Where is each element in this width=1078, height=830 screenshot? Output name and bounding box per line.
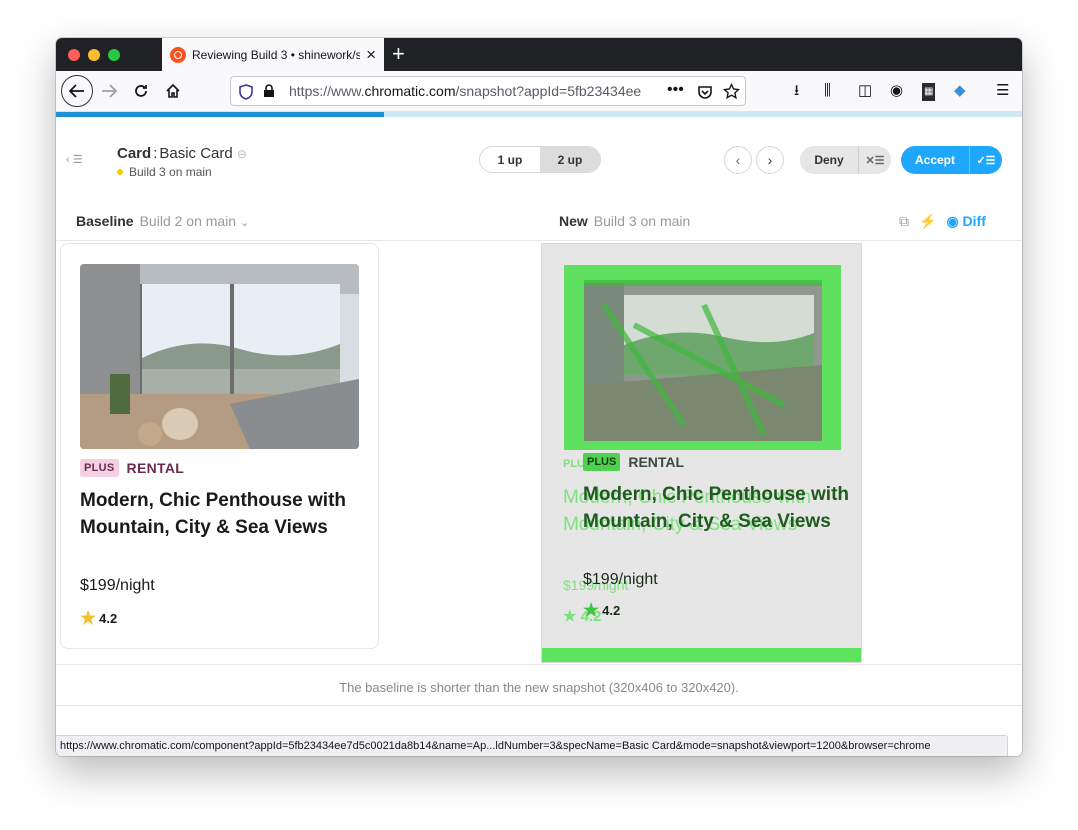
info-circle-icon[interactable]: ⊖ — [237, 147, 247, 161]
page-title: Card: Basic Card ⊖ — [117, 145, 247, 162]
close-window-button[interactable] — [68, 49, 80, 61]
chromatic-app: ‹ ☰ Card: Basic Card ⊖ Build 3 on main 1 … — [56, 117, 1022, 756]
diff-size-change-bar — [542, 648, 861, 662]
bookmark-star-icon[interactable] — [723, 83, 740, 100]
view-mode-toggle: 1 up 2 up — [479, 146, 601, 173]
library-icon[interactable]: ⫼ — [824, 83, 831, 99]
sidebar-icon[interactable]: ◫ — [858, 83, 872, 99]
view-mode-1up[interactable]: 1 up — [480, 147, 540, 172]
star-icon: ★ — [80, 608, 97, 628]
build-status-dot — [117, 169, 123, 175]
menu-icon[interactable]: ☰ — [996, 83, 1009, 99]
size-difference-message: The baseline is shorter than the new sna… — [339, 680, 739, 695]
forward-arrow-icon — [102, 84, 117, 98]
card-badges: PLUS RENTAL — [80, 459, 184, 477]
next-snapshot-button[interactable]: › — [756, 146, 784, 174]
chevron-left-icon: ‹ — [735, 152, 741, 168]
home-button[interactable] — [158, 76, 188, 106]
accept-button[interactable]: Accept ✓☰ — [901, 146, 1002, 174]
diff-plus-badge: PLUS — [583, 453, 621, 471]
zoom-window-button[interactable] — [108, 49, 120, 61]
back-button[interactable] — [61, 75, 93, 107]
baseline-snapshot-card: PLUS RENTAL Modern, Chic Penthouse with … — [60, 243, 379, 649]
story-title-block: Card: Basic Card ⊖ Build 3 on main — [117, 145, 247, 179]
new-tab-button[interactable]: + — [392, 42, 405, 66]
close-tab-icon[interactable]: × — [366, 46, 376, 63]
diff-card-price: $199/night — [583, 571, 658, 588]
browser-tab[interactable]: Reviewing Build 3 • shinework/s × — [162, 38, 384, 71]
tab-title: Reviewing Build 3 • shinework/s — [192, 47, 361, 62]
card-price: $199/night — [80, 577, 155, 594]
forward-button[interactable] — [94, 76, 124, 106]
back-arrow-icon — [69, 84, 84, 98]
navigation-bar: https://www.chromatic.com/snapshot?appId… — [56, 71, 1022, 112]
new-snapshot-diff: PLUS Modern, Chic Penthouse with Mountai… — [541, 243, 862, 663]
account-icon[interactable]: ◉ — [890, 83, 903, 99]
penthouse-photo — [80, 264, 359, 449]
component-name: Card — [117, 145, 152, 162]
deny-batch-icon[interactable]: ✕☰ — [858, 146, 891, 174]
chevron-right-icon: › — [767, 152, 773, 168]
chromatic-favicon-icon — [170, 46, 186, 63]
diff-star-icon: ★ — [583, 600, 600, 620]
home-icon — [166, 83, 180, 98]
card-rating: ★ 4.2 — [80, 608, 118, 628]
category-label: RENTAL — [126, 460, 185, 476]
address-bar[interactable]: https://www.chromatic.com/snapshot?appId… — [230, 76, 746, 106]
accept-batch-icon[interactable]: ✓☰ — [969, 146, 1002, 174]
plus-badge: PLUS — [80, 459, 119, 477]
status-bar-link-preview: https://www.chromatic.com/component?appI… — [56, 735, 1008, 756]
page-actions-icon[interactable]: ••• — [667, 81, 684, 99]
chevron-down-icon: ⌄ — [240, 217, 250, 229]
view-mode-2up[interactable]: 2 up — [540, 147, 600, 172]
diff-card-title: Modern, Chic Penthouse with Mountain, Ci… — [583, 484, 850, 532]
extension-qr-icon[interactable]: ▦ — [922, 83, 936, 101]
window-controls — [68, 49, 120, 61]
divider — [56, 240, 1022, 241]
url-text[interactable]: https://www.chromatic.com/snapshot?appId… — [289, 83, 661, 99]
previous-snapshot-button[interactable]: ‹ — [724, 146, 752, 174]
extension-diamond-icon[interactable]: ◆ — [954, 83, 966, 99]
tab-bar: Reviewing Build 3 • shinework/s × + — [56, 38, 1022, 71]
reload-button[interactable] — [126, 76, 156, 106]
lock-icon[interactable] — [263, 84, 275, 98]
card-title: Modern, Chic Penthouse with Mountain, Ci… — [80, 490, 347, 538]
divider — [56, 664, 1022, 665]
download-icon[interactable]: ⭳ — [794, 83, 799, 99]
baseline-header[interactable]: Baseline Build 2 on main ⌄ — [76, 213, 249, 229]
diff-category-label: RENTAL — [628, 454, 685, 470]
sidebar-toggle-button[interactable]: ‹ ☰ — [66, 153, 83, 166]
eye-icon: ◉ — [946, 213, 959, 229]
build-info: Build 3 on main — [117, 165, 247, 179]
story-name: Basic Card — [159, 145, 233, 162]
compare-images-icon[interactable]: ⧉ — [899, 213, 909, 230]
strobe-off-icon[interactable]: ⚡ — [919, 213, 936, 230]
diff-toggle[interactable]: ◉ Diff — [946, 213, 985, 230]
new-header: New Build 3 on main — [559, 213, 691, 229]
divider — [56, 705, 1022, 706]
reload-icon — [135, 85, 147, 97]
deny-button[interactable]: Deny ✕☰ — [800, 146, 891, 174]
diff-card-rating: ★ 4.2 — [583, 600, 621, 620]
diff-photo-image — [557, 258, 848, 457]
pocket-icon[interactable] — [697, 84, 713, 100]
browser-window: Reviewing Build 3 • shinework/s × + http… — [56, 38, 1022, 756]
diff-card-badges: PLUS RENTAL — [583, 453, 684, 471]
penthouse-photo-image — [80, 264, 359, 449]
tracking-shield-icon[interactable] — [239, 84, 253, 100]
minimize-window-button[interactable] — [88, 49, 100, 61]
diff-tools: ⧉ ⚡ ◉ Diff — [899, 213, 986, 230]
diff-photo — [557, 258, 848, 457]
